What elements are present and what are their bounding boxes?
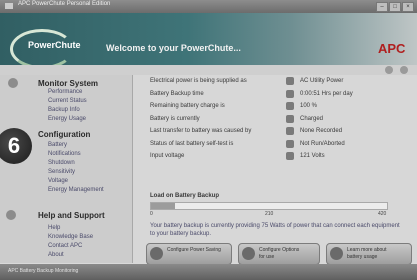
brand-logo: APC <box>378 41 406 56</box>
sidebar-item-battery[interactable]: Battery <box>48 142 67 148</box>
plug-icon <box>286 77 294 85</box>
status-row-label: Remaining battery charge is <box>150 103 225 109</box>
sidebar-item-sensitivity[interactable]: Sensitivity <box>48 169 75 175</box>
load-title: Load on Battery Backup <box>150 193 220 199</box>
status-row-label: Input voltage <box>150 153 185 159</box>
monitor-system-heading: Monitor System <box>38 79 99 88</box>
status-row-value: 121 Volts <box>300 153 325 159</box>
options-icon <box>242 247 255 260</box>
power-saving-button[interactable]: Configure Power Saving <box>146 243 232 265</box>
status-row-label: Last transfer to battery was caused by <box>150 128 252 134</box>
status-row-value: 100 % <box>300 103 318 109</box>
sidebar-item-notifications[interactable]: Notifications <box>48 151 81 157</box>
header-banner: PowerChute Welcome to your PowerChute...… <box>0 13 417 69</box>
info-icon <box>330 247 343 260</box>
load-tick-max: 420 <box>378 211 387 217</box>
load-tick-min: 0 <box>150 211 153 217</box>
load-progress-fill <box>151 203 175 209</box>
sidebar-item-help[interactable]: Help <box>48 225 60 231</box>
status-row-label: Status of last battery self-test is <box>150 140 234 147</box>
lightning-icon <box>286 127 294 135</box>
sidebar-item-shutdown[interactable]: Shutdown <box>48 160 75 166</box>
learn-more-label: Learn more about battery usage <box>347 247 387 260</box>
status-row-label: Battery is currently <box>150 115 200 122</box>
sidebar-item-energy-usage[interactable]: Energy Usage <box>48 116 86 122</box>
minimize-button[interactable]: – <box>376 2 388 12</box>
product-logo: PowerChute <box>28 40 81 50</box>
battery-icon <box>286 102 294 110</box>
sidebar-item-voltage[interactable]: Voltage <box>48 178 68 184</box>
load-progress-bar <box>150 202 388 210</box>
sidebar-item-contact[interactable]: Contact APC <box>48 243 82 249</box>
clock-icon <box>286 89 294 98</box>
load-note: Your battery backup is currently providi… <box>150 223 400 237</box>
load-tick-mid: 210 <box>265 211 274 217</box>
sidebar-item-performance[interactable]: Performance <box>48 89 82 95</box>
sidebar: Monitor System Performance Current Statu… <box>0 75 133 263</box>
welcome-text: Welcome to your PowerChute... <box>106 43 241 53</box>
help-support-heading: Help and Support <box>38 211 105 220</box>
status-row-value: Charged <box>300 115 324 122</box>
configure-options-label: Configure Options for use <box>259 247 300 260</box>
toolbar <box>0 65 417 75</box>
maximize-button[interactable]: □ <box>389 2 401 12</box>
status-row-label: Electrical power is being supplied as <box>150 78 247 84</box>
sidebar-item-about[interactable]: About <box>48 252 64 258</box>
monitor-icon <box>8 78 18 88</box>
configuration-heading: Configuration <box>38 130 91 139</box>
learn-more-button[interactable]: Learn more about battery usage <box>326 243 412 265</box>
help-icon[interactable] <box>400 66 408 74</box>
test-icon <box>286 139 294 148</box>
window-title: APC PowerChute Personal Edition <box>18 1 111 7</box>
configure-options-button[interactable]: Configure Options for use <box>238 243 320 265</box>
window-titlebar: APC PowerChute Personal Edition – □ × <box>0 0 417 13</box>
status-row-value: AC Utility Power <box>300 78 344 84</box>
check-icon <box>286 114 294 123</box>
sidebar-item-energy-management[interactable]: Energy Management <box>48 187 104 193</box>
home-icon[interactable] <box>385 66 393 74</box>
power-saving-label: Configure Power Saving <box>167 247 221 253</box>
leaf-icon <box>150 247 163 260</box>
close-button[interactable]: × <box>402 2 414 12</box>
sidebar-item-current-status[interactable]: Current Status <box>48 98 87 104</box>
sidebar-item-backup-info[interactable]: Backup Info <box>48 107 80 113</box>
status-bar-text: APC Battery Backup Monitoring <box>8 268 79 274</box>
status-row-value: 0:00:51 Hrs per day <box>300 90 353 97</box>
status-row-value: None Recorded <box>300 128 343 134</box>
status-row-value: Not Run/Aborted <box>300 140 345 147</box>
sidebar-item-knowledge-base[interactable]: Knowledge Base <box>48 234 93 240</box>
gauge-icon <box>286 152 294 160</box>
app-icon <box>5 3 13 9</box>
status-bar: APC Battery Backup Monitoring <box>0 264 417 280</box>
help-support-icon <box>6 210 16 220</box>
status-row-label: Battery Backup time <box>150 90 204 97</box>
